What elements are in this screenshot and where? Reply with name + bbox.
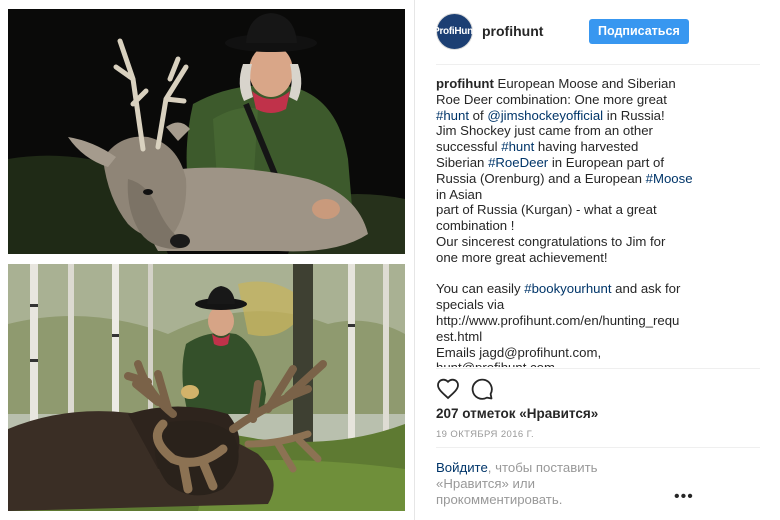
login-link[interactable]: Войдите	[436, 460, 488, 475]
caption-line: Emails jagd@profihunt.com,	[436, 345, 704, 361]
username-link[interactable]: profihunt	[482, 23, 543, 39]
likes-count[interactable]: 207 отметок «Нравится»	[436, 406, 598, 421]
caption-line: Siberian #RoeDeer in European part of	[436, 155, 704, 171]
caption-line: Russia (Orenburg) and a European #Moose	[436, 171, 704, 187]
caption-line: Jim Shockey just came from an other	[436, 123, 704, 139]
avatar-logo-text: ProfiHunt	[433, 26, 476, 37]
caption-text: in Russia!	[603, 107, 665, 123]
post-details-panel: ProfiHunt profihunt Подписаться profihun…	[415, 0, 780, 520]
login-prompt: Войдите, чтобы поставить «Нравится» или …	[436, 460, 626, 508]
caption-hashtag-link[interactable]: #bookyourhunt	[524, 281, 611, 296]
caption-text: one more great achievement!	[436, 249, 608, 265]
caption-text: Jim Shockey just came from an other	[436, 123, 653, 139]
caption-line: http://www.profihunt.com/en/hunting_requ	[436, 313, 704, 329]
avatar[interactable]: ProfiHunt	[433, 13, 476, 50]
caption-line	[436, 266, 704, 282]
caption-text: Emails jagd@profihunt.com,	[436, 344, 602, 360]
caption-line: part of Russia (Kurgan) - what a great	[436, 202, 704, 218]
more-options-icon[interactable]: •••	[674, 489, 694, 505]
caption-text: having harvested	[534, 139, 639, 155]
caption-line: Roe Deer combination: One more great	[436, 92, 704, 108]
caption-line: est.html	[436, 329, 704, 345]
caption-text: and ask for	[611, 281, 681, 297]
actions-divider	[436, 368, 760, 369]
caption-lines: profihunt European Moose and Siberian Roe…	[436, 76, 704, 367]
caption-line: in Asian	[436, 187, 704, 203]
caption-hashtag-link[interactable]: #Moose	[646, 171, 693, 186]
caption-line: combination !	[436, 218, 704, 234]
caption-hashtag-link[interactable]: #hunt	[436, 108, 469, 123]
caption-line: successful #hunt having harvested	[436, 139, 704, 155]
caption-text: combination !	[436, 218, 515, 234]
heart-icon[interactable]	[436, 377, 460, 401]
caption-text: successful	[436, 139, 502, 155]
caption-line: specials via	[436, 297, 704, 313]
caption-text: European Moose and Siberian	[497, 76, 676, 91]
caption-line: profihunt European Moose and Siberian	[436, 76, 704, 92]
caption-hashtag-link[interactable]: @jimshockeyofficial	[487, 108, 603, 123]
comment-icon[interactable]	[470, 377, 494, 401]
caption-line: #hunt of @jimshockeyofficial in Russia!	[436, 108, 704, 124]
post-date[interactable]: 19 ОКТЯБРЯ 2016 Г.	[436, 429, 534, 440]
post-media[interactable]	[0, 0, 414, 520]
caption-text: hunt@profihunt.com	[436, 360, 555, 367]
caption-text: Siberian	[436, 154, 489, 170]
caption-text: You can easily	[436, 281, 525, 297]
caption-line: hunt@profihunt.com	[436, 360, 704, 367]
caption-hashtag-link[interactable]: #RoeDeer	[488, 155, 548, 170]
caption-text: in European part of	[548, 154, 665, 170]
caption-text: specials via	[436, 297, 505, 313]
caption-text: of	[469, 107, 488, 123]
caption-text: est.html	[436, 328, 483, 344]
post-header: ProfiHunt profihunt Подписаться	[415, 0, 780, 64]
caption-line: You can easily #bookyourhunt and ask for	[436, 281, 704, 297]
caption-line: one more great achievement!	[436, 250, 704, 266]
caption-text: in Asian	[436, 186, 483, 202]
photo-moose	[8, 264, 405, 511]
post-caption: profihunt European Moose and Siberian Roe…	[436, 76, 704, 367]
photo-roe-deer	[8, 9, 405, 254]
caption-text: Russia (Orenburg) and a European	[436, 170, 646, 186]
caption-text: Roe Deer combination: One more great	[436, 91, 667, 107]
caption-text: Our sincerest congratulations to Jim for	[436, 233, 666, 249]
caption-line: Our sincerest congratulations to Jim for	[436, 234, 704, 250]
comment-divider	[436, 447, 760, 448]
header-divider	[436, 64, 760, 65]
caption-hashtag-link[interactable]: #hunt	[501, 139, 534, 154]
follow-button[interactable]: Подписаться	[589, 19, 689, 44]
caption-username-link[interactable]: profihunt	[436, 76, 498, 91]
caption-text: http://www.profihunt.com/en/hunting_requ	[436, 312, 680, 328]
caption-text: part of Russia (Kurgan) - what a great	[436, 202, 657, 218]
